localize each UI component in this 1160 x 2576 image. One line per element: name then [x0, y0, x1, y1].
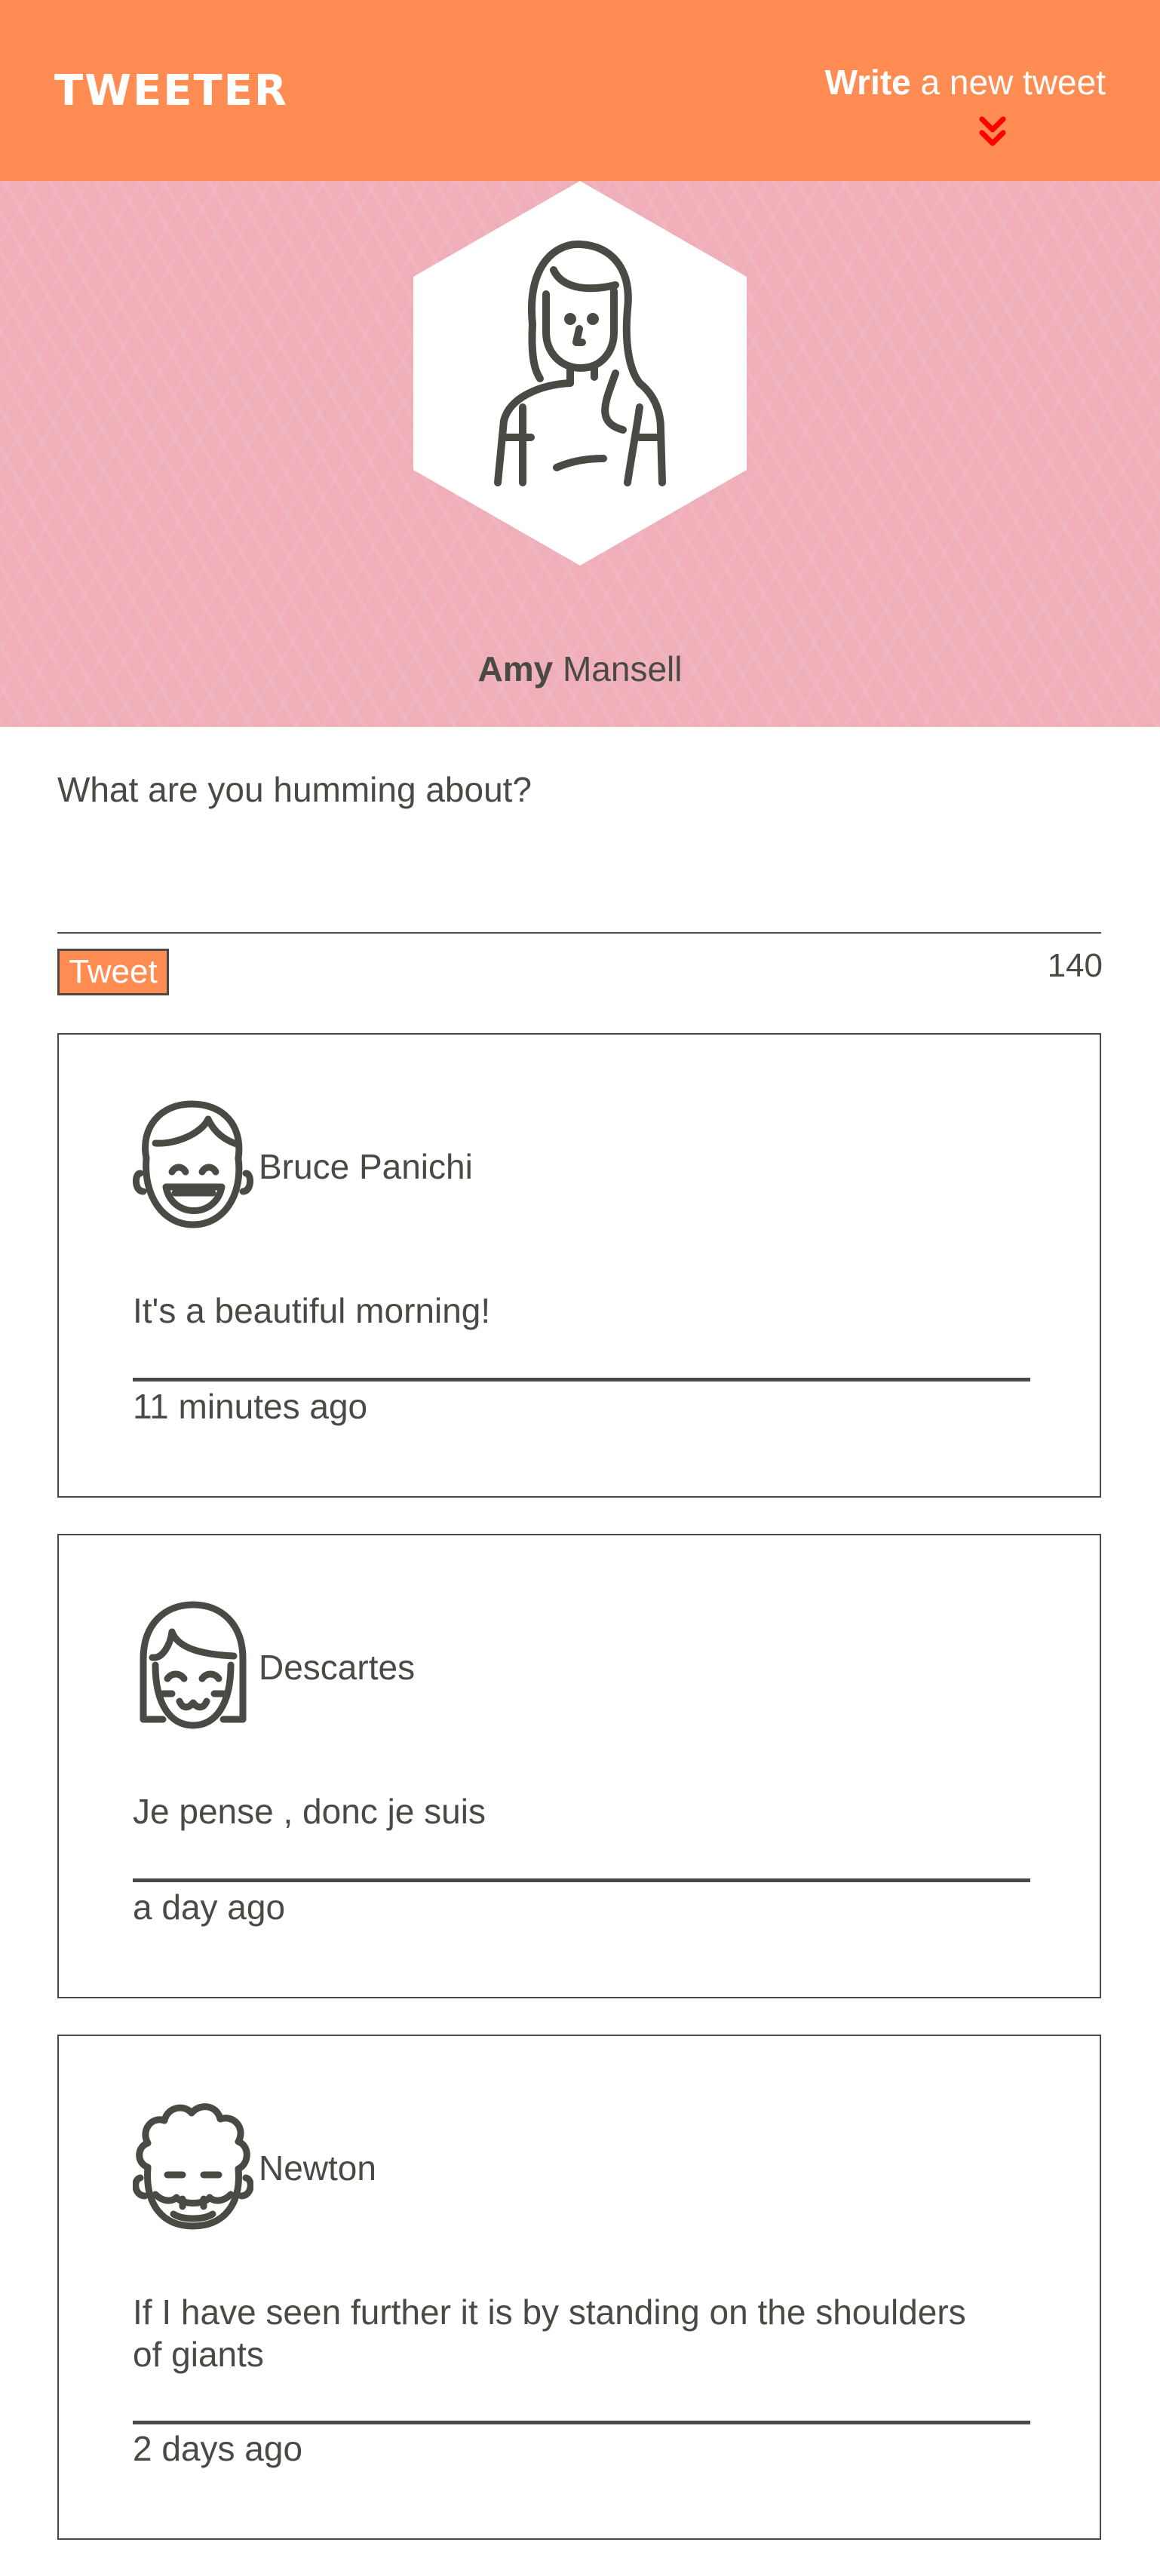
curly-hair-avatar-icon	[133, 2103, 253, 2230]
tweet-card: Newton If I have seen further it is by s…	[57, 2035, 1101, 2540]
tweet-button[interactable]: Tweet	[57, 949, 169, 995]
compose-toggle-bold: Write	[824, 63, 911, 102]
tweet-author[interactable]: Bruce Panichi	[259, 1146, 473, 1187]
profile-last-name: Mansell	[553, 649, 683, 688]
smiling-man-avatar-icon	[133, 1100, 253, 1228]
tweet-author[interactable]: Descartes	[259, 1647, 415, 1688]
profile-first-name: Amy	[477, 649, 554, 688]
tweet-text: If I have seen further it is by standing…	[133, 2292, 966, 2374]
tweet-card: Descartes Je pense , donc je suis a day …	[57, 1534, 1101, 1998]
profile-name: Amy Mansell	[0, 649, 1160, 689]
tweet-divider	[133, 2421, 1030, 2424]
compose-toggle-label: a new tweet	[910, 63, 1106, 102]
double-chevron-down-icon[interactable]	[977, 115, 1008, 149]
tweet-timestamp: 11 minutes ago	[133, 1387, 368, 1426]
character-counter: 140	[1047, 947, 1103, 984]
tweet-text: Je pense , donc je suis	[133, 1792, 486, 1831]
tweet-timestamp: 2 days ago	[133, 2429, 303, 2468]
tweet-compose-input[interactable]	[57, 762, 1101, 934]
tweet-timestamp: a day ago	[133, 1888, 286, 1927]
profile-banner: Amy Mansell	[0, 181, 1160, 727]
tweet-divider	[133, 1378, 1030, 1382]
tweet-text: It's a beautiful morning!	[133, 1291, 491, 1330]
tweet-card: Bruce Panichi It's a beautiful morning! …	[57, 1033, 1101, 1498]
app-logo[interactable]: TWEETER	[54, 66, 288, 115]
bob-haircut-avatar-icon	[140, 1601, 247, 1729]
top-nav: TWEETER Write a new tweet	[0, 0, 1160, 181]
write-new-tweet-toggle[interactable]: Write a new tweet	[789, 62, 1106, 152]
woman-avatar-icon	[413, 181, 747, 566]
tweet-divider	[133, 1878, 1030, 1882]
tweet-author[interactable]: Newton	[259, 2148, 376, 2188]
